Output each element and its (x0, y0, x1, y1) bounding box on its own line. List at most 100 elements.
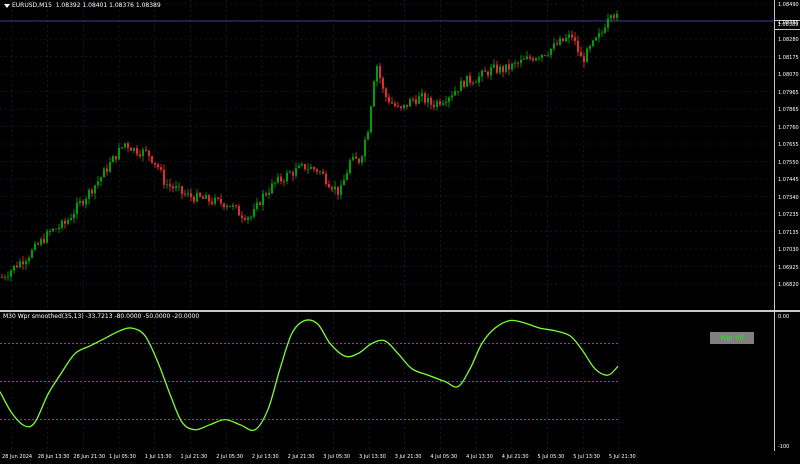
time-axis-label: 28 Jun 13:30 (37, 454, 70, 460)
time-axis-label: 28 Jun 21:30 (73, 454, 106, 460)
candle-body (463, 81, 465, 87)
candle-body (262, 193, 264, 206)
candle-body (40, 239, 42, 245)
candle-body (481, 70, 483, 77)
candle-body (460, 81, 462, 92)
price-axis-border (774, 0, 775, 451)
candle-body (37, 243, 39, 245)
candle-body (109, 162, 111, 172)
candle-body (82, 201, 84, 205)
candle-body (577, 40, 579, 52)
candle-body (61, 220, 63, 228)
candle-body (445, 101, 447, 104)
candle-body (355, 156, 357, 159)
candle-body (415, 99, 417, 104)
candle-body (436, 101, 438, 107)
candle-body (490, 67, 492, 76)
price-chart-pane[interactable]: EURUSD,M15 1.08392 1.08401 1.08376 1.083… (0, 0, 774, 310)
candle-body (175, 186, 177, 189)
candle-body (346, 173, 348, 181)
candle-body (472, 82, 474, 84)
candle-body (442, 103, 444, 105)
candle-body (118, 147, 120, 160)
candle-body (172, 186, 174, 189)
time-axis-label: 3 Jul 13:30 (359, 454, 386, 460)
candle-body (199, 192, 201, 197)
candle-body (229, 205, 231, 207)
candle-body (319, 171, 321, 173)
candle-body (448, 97, 450, 102)
candle-body (391, 102, 393, 104)
candle-body (181, 186, 183, 194)
candle-body (382, 78, 384, 89)
candle-body (280, 176, 282, 182)
candle-body (379, 66, 381, 79)
wpr-indicator-chart[interactable] (0, 312, 774, 451)
candle-body (7, 276, 9, 278)
candle-body (517, 62, 519, 64)
time-axis-label: 4 Jul 13:30 (466, 454, 493, 460)
candle-body (52, 228, 54, 231)
candle-body (79, 201, 81, 203)
candle-body (223, 203, 225, 208)
candle-body (616, 13, 618, 18)
price-axis-label: 1.07760 (778, 124, 799, 131)
candle-body (241, 215, 243, 218)
candle-body (484, 70, 486, 72)
candle-body (328, 183, 330, 188)
candle-body (508, 64, 510, 70)
candle-body (316, 169, 318, 172)
candle-body (127, 143, 129, 148)
candle-body (352, 156, 354, 161)
wpr-off-button[interactable]: Wpr off (710, 332, 754, 344)
candle-body (202, 196, 204, 199)
candle-body (238, 206, 240, 216)
candle-body (475, 82, 477, 84)
candle-body (367, 132, 369, 140)
candle-body (337, 186, 339, 195)
candle-body (556, 43, 558, 45)
candle-body (286, 172, 288, 182)
candlestick-chart[interactable] (0, 0, 774, 310)
candle-body (376, 66, 378, 82)
candle-body (412, 99, 414, 101)
candle-body (10, 270, 12, 277)
candle-body (136, 147, 138, 155)
candle-body (46, 231, 48, 243)
candle-body (595, 37, 597, 41)
indicator-axis-top: 0.00 (778, 314, 790, 320)
candle-body (535, 58, 537, 61)
candle-body (580, 51, 582, 57)
candle-body (145, 149, 147, 151)
candle-body (397, 106, 399, 107)
candle-body (430, 97, 432, 105)
candle-body (370, 106, 372, 133)
candle-body (226, 205, 228, 208)
symbol-header[interactable]: EURUSD,M15 1.08392 1.08401 1.08376 1.083… (4, 2, 161, 9)
candle-body (568, 34, 570, 38)
candle-body (301, 164, 303, 166)
candle-body (19, 261, 21, 268)
candle-body (49, 230, 51, 232)
candle-body (304, 164, 306, 170)
candle-body (349, 160, 351, 174)
candle-body (523, 59, 525, 60)
candle-body (121, 147, 123, 149)
wpr-line (0, 319, 619, 431)
candle-body (502, 66, 504, 72)
dropdown-triangle-icon[interactable] (4, 3, 10, 8)
price-axis-label: 1.07235 (778, 212, 799, 218)
indicator-pane[interactable]: M30 Wpr smoothed(35,13) -33.7213 -80.000… (0, 312, 774, 451)
candle-body (340, 185, 342, 195)
candle-body (364, 139, 366, 157)
candle-body (277, 176, 279, 183)
candle-body (97, 181, 99, 186)
candle-body (457, 91, 459, 92)
candle-body (604, 27, 606, 33)
candle-body (253, 209, 255, 217)
candle-body (559, 38, 561, 45)
candle-body (100, 177, 102, 182)
candle-body (292, 172, 294, 176)
candle-body (544, 54, 546, 56)
candle-body (553, 43, 555, 49)
